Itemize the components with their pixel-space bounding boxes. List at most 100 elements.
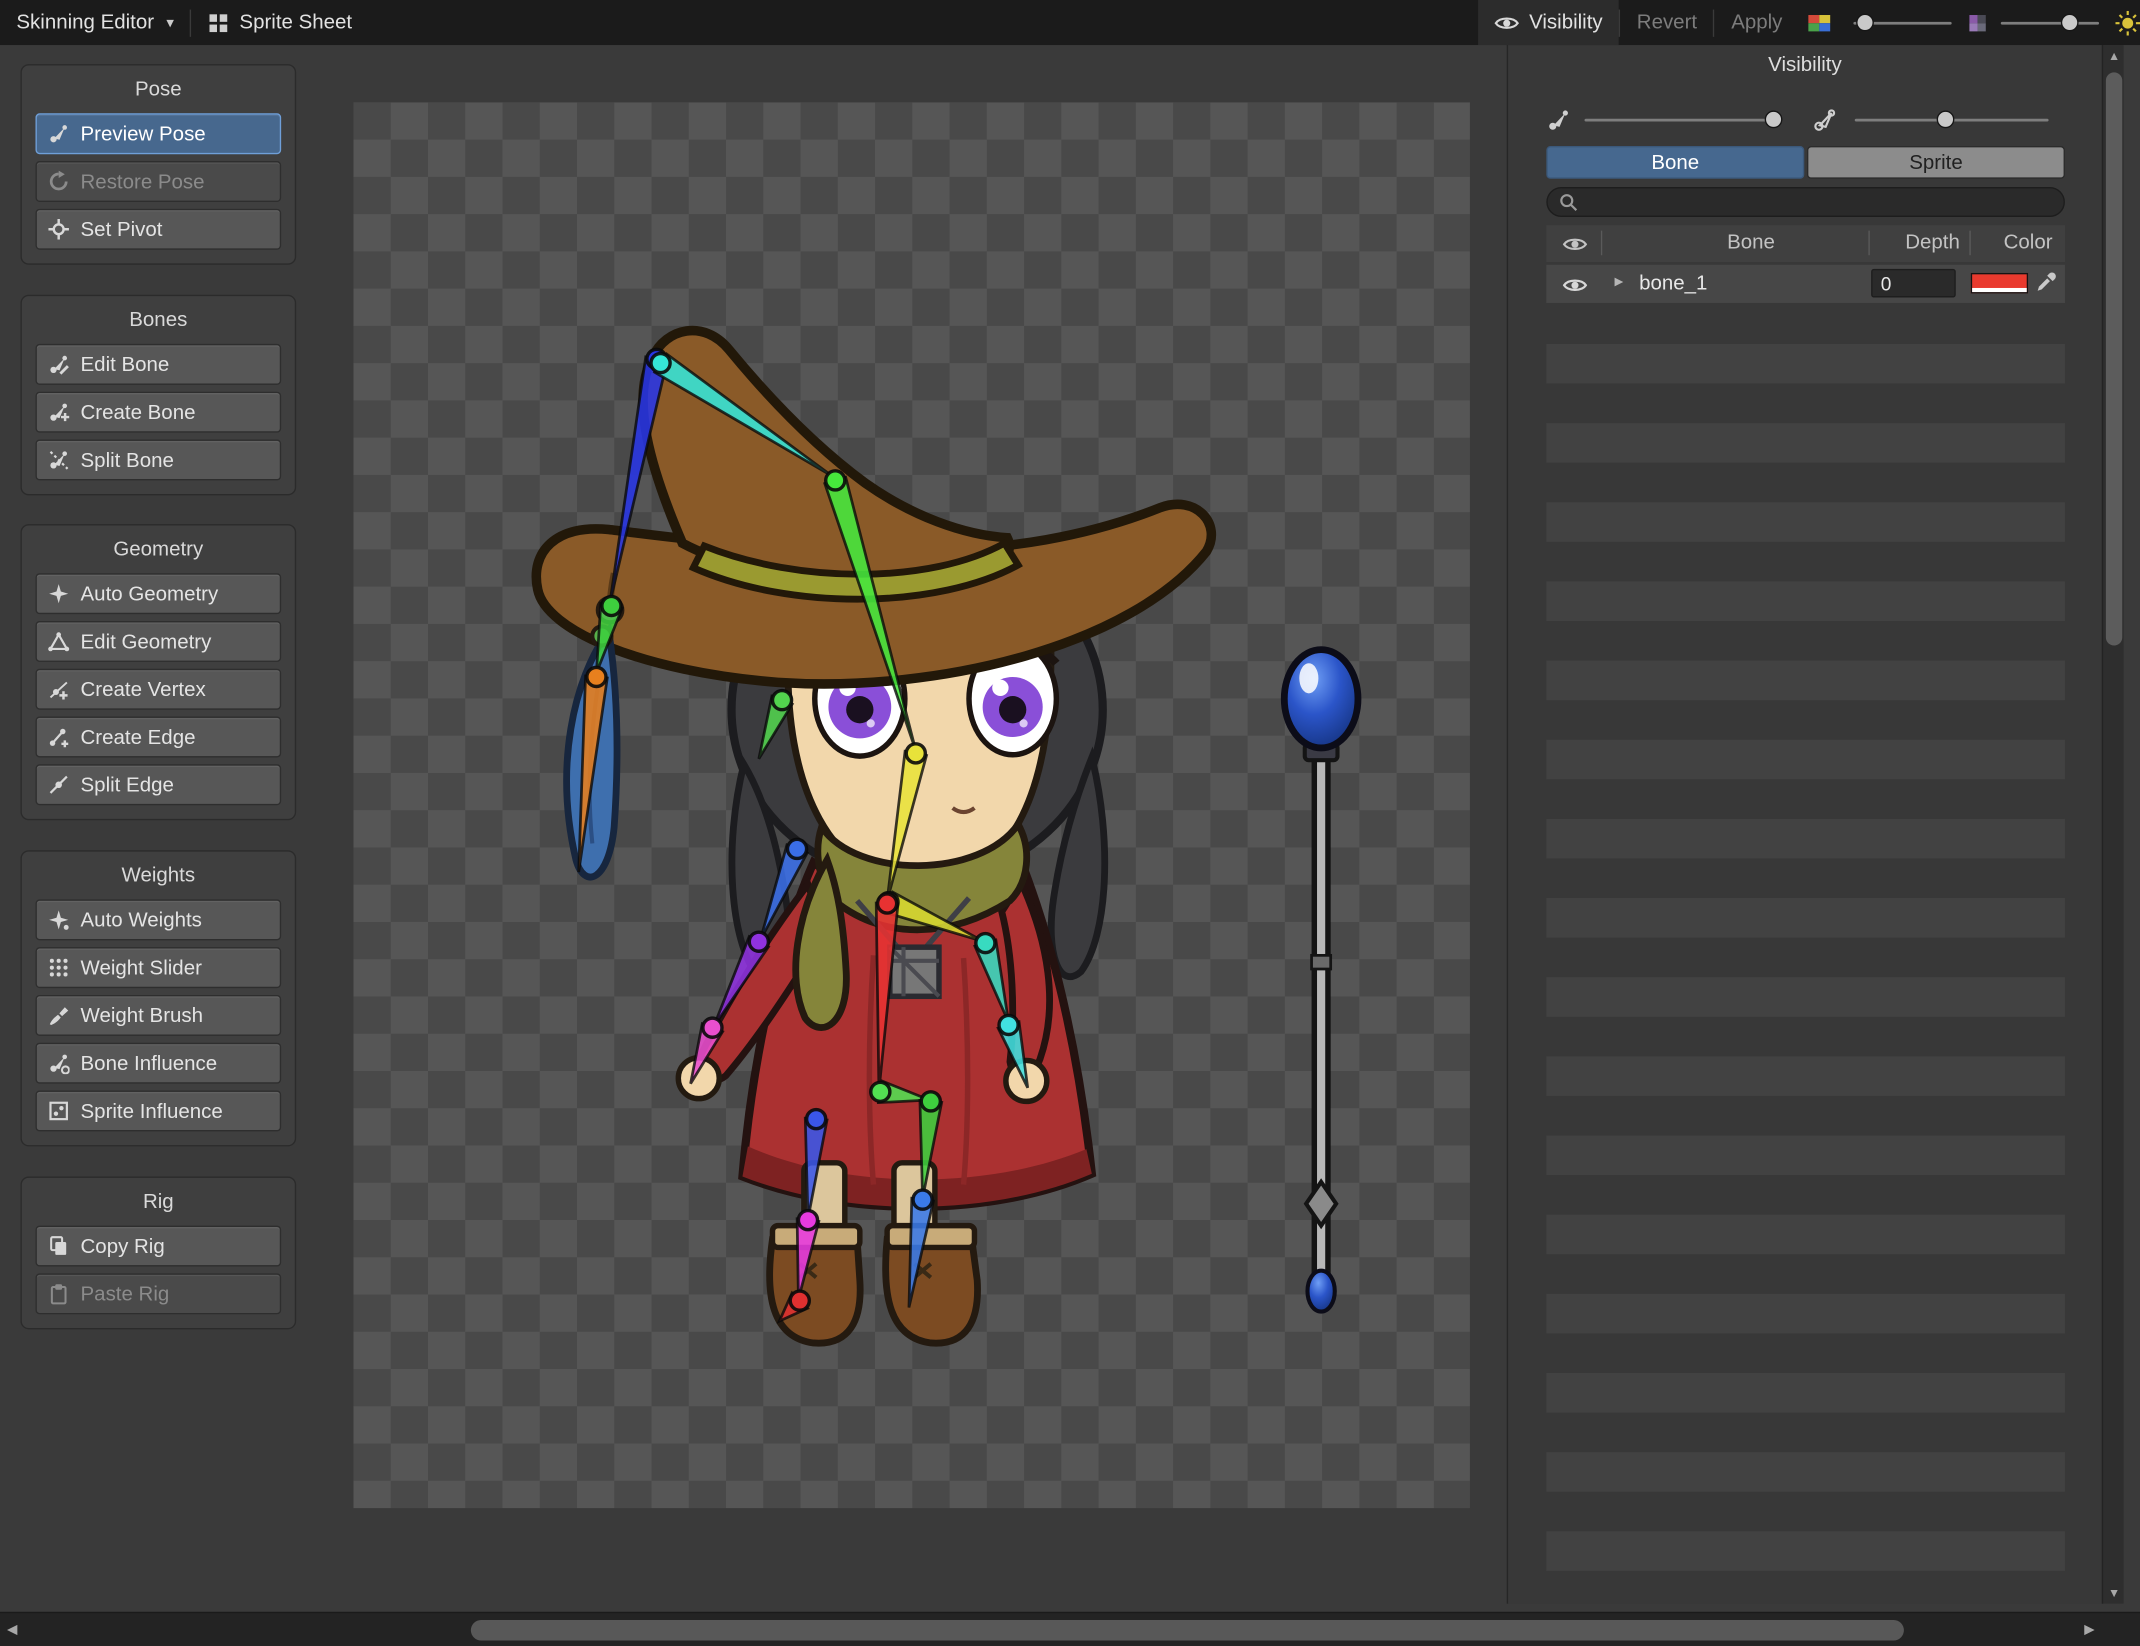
button-label: Paste Rig	[80, 1282, 170, 1306]
bone-joint-feather_top[interactable]	[600, 594, 623, 618]
bone-gizmo-leg_r_upper[interactable]	[918, 1098, 944, 1199]
sprite-canvas[interactable]	[353, 102, 1470, 1509]
slider-thumb[interactable]	[1764, 110, 1783, 129]
bone-column-header: Bone	[1727, 230, 1775, 254]
slider-thumb[interactable]	[1936, 110, 1955, 129]
empty-list-row	[1546, 1254, 2065, 1294]
tab-bone[interactable]: Bone	[1546, 146, 1805, 179]
bone-joint-chest[interactable]	[904, 742, 928, 765]
auto-weights-button[interactable]: Auto Weights	[35, 899, 282, 941]
slider-thumb[interactable]	[2060, 12, 2079, 31]
split-edge-button[interactable]: Split Edge	[35, 764, 282, 806]
weight-slider-button[interactable]: Weight Slider	[35, 947, 282, 989]
bone-gizmo-leg_r_lower[interactable]	[907, 1196, 936, 1308]
bone-joint-hip_r[interactable]	[869, 1080, 892, 1104]
bone-joint-leg_l_lower[interactable]	[796, 1208, 820, 1232]
split-edge-icon	[48, 774, 70, 796]
empty-list-row	[1546, 384, 2065, 424]
bone-row[interactable]: ▸ bone_1	[1546, 264, 2065, 303]
overlay-color-button[interactable]	[1799, 0, 1840, 45]
scroll-up-arrow[interactable]: ▲	[2103, 45, 2125, 67]
copy-rig-button[interactable]: Copy Rig	[35, 1225, 282, 1267]
bone-gizmo-opacity-slider[interactable]	[1584, 110, 1783, 129]
search-input[interactable]	[1585, 191, 2053, 213]
bone-color-swatch[interactable]	[1970, 272, 2029, 294]
set-pivot-button[interactable]: Set Pivot	[35, 208, 282, 250]
scroll-left-arrow[interactable]: ◀	[0, 1613, 25, 1646]
set-pivot-icon	[48, 218, 70, 240]
revert-button[interactable]: Revert	[1620, 0, 1713, 45]
sprite-sheet-label: Sprite Sheet	[239, 10, 353, 35]
restore-pose-button[interactable]: Restore Pose	[35, 161, 282, 202]
bone-gizmo-head[interactable]	[823, 475, 918, 752]
weight-brush-button[interactable]: Weight Brush	[35, 994, 282, 1036]
edit-geometry-button[interactable]: Edit Geometry	[35, 620, 282, 662]
bone-joint-shoulder_l[interactable]	[770, 688, 794, 712]
create-vertex-button[interactable]: Create Vertex	[35, 668, 282, 710]
bone-gizmo-feather[interactable]	[577, 674, 609, 873]
sprite-overlay-button[interactable]	[1965, 0, 1990, 45]
bone-table-header: Bone Depth Color	[1546, 225, 2065, 263]
bone-gizmo-head_top[interactable]	[652, 351, 834, 478]
bone-gizmo-spine[interactable]	[874, 901, 900, 1091]
create-edge-button[interactable]: Create Edge	[35, 716, 282, 758]
bone-joint-head_top[interactable]	[649, 351, 672, 375]
apply-button[interactable]: Apply	[1715, 0, 1799, 45]
sprite-sheet-button[interactable]: Sprite Sheet	[192, 0, 369, 45]
vertical-scrollbar[interactable]: ▲ ▼	[2101, 45, 2125, 1604]
bone-gizmo-hat_tip[interactable]	[608, 355, 669, 603]
scroll-right-arrow[interactable]: ▶	[2077, 1613, 2102, 1646]
bone-opacity-slider[interactable]	[1853, 12, 1952, 31]
bone-joint-head[interactable]	[823, 469, 847, 492]
rig-toolbox: Rig Copy Rig Paste Rig	[20, 1176, 297, 1330]
bone-outline-size-slider[interactable]	[1854, 110, 2049, 129]
visibility-toggle-button[interactable]: Visibility	[1478, 0, 1620, 46]
auto-geometry-button[interactable]: Auto Geometry	[35, 573, 282, 615]
button-label: Sprite Influence	[80, 1099, 223, 1123]
bone-joint-leg_r_upper[interactable]	[919, 1090, 943, 1113]
tab-sprite[interactable]: Sprite	[1806, 146, 2065, 179]
bone-joint-leg_r_lower[interactable]	[911, 1188, 934, 1211]
button-label: Split Bone	[80, 448, 174, 472]
button-label: Weight Slider	[80, 956, 202, 980]
brightness-button[interactable]	[2110, 0, 2140, 45]
bone-joint-hand_r[interactable]	[997, 1013, 1020, 1037]
horizontal-scrollbar[interactable]: ◀ ▶	[0, 1611, 2140, 1646]
bone-gizmo-chest[interactable]	[885, 749, 929, 902]
preview-pose-button[interactable]: Preview Pose	[35, 113, 282, 155]
search-box[interactable]	[1546, 186, 2065, 218]
depth-input[interactable]	[1871, 268, 1956, 298]
bone-joint-foot_l[interactable]	[788, 1289, 812, 1312]
expand-arrow-icon[interactable]: ▸	[1615, 270, 1624, 292]
depth-column-header: Depth	[1905, 230, 1960, 254]
empty-list-row	[1546, 739, 2065, 780]
split-bone-button[interactable]: Split Bone	[35, 439, 282, 481]
vertical-scroll-thumb[interactable]	[2105, 72, 2123, 646]
scroll-down-arrow[interactable]: ▼	[2103, 1582, 2125, 1604]
bone-joint-spine[interactable]	[875, 892, 899, 915]
rig-toolbox-title: Rig	[142, 1190, 174, 1214]
skinning-editor-menu[interactable]: Skinning Editor ▾	[0, 0, 190, 45]
button-label: Set Pivot	[80, 217, 163, 241]
bone-gizmo-leg_l_upper[interactable]	[803, 1116, 829, 1220]
skeleton-overlay[interactable]	[353, 102, 1469, 1508]
edit-bone-button[interactable]: Edit Bone	[35, 343, 282, 385]
sprite-opacity-slider[interactable]	[2000, 12, 2100, 31]
top-toolbar: Skinning Editor ▾ Sprite Sheet Visibilit…	[0, 0, 2140, 46]
bone-joint-leg_l_upper[interactable]	[804, 1107, 828, 1131]
eyedropper-icon[interactable]	[2035, 272, 2057, 299]
bone-joint-hand_l[interactable]	[701, 1016, 724, 1039]
slider-thumb[interactable]	[1856, 12, 1874, 31]
bone-influence-button[interactable]: Bone Influence	[35, 1042, 282, 1084]
pose-toolbox: Pose Preview Pose Restore Pose Set Pivot	[20, 64, 297, 265]
bone-joint-arm_l_lower[interactable]	[747, 930, 771, 953]
paste-rig-button[interactable]: Paste Rig	[35, 1273, 282, 1315]
bone-joint-arm_l_upper[interactable]	[785, 837, 809, 861]
row-visibility-eye-icon[interactable]	[1562, 276, 1588, 299]
visibility-panel-title: Visibility	[1768, 53, 1842, 77]
horizontal-scroll-thumb[interactable]	[470, 1620, 1904, 1641]
sprite-influence-button[interactable]: Sprite Influence	[35, 1090, 282, 1132]
bone-joint-feather[interactable]	[585, 665, 608, 689]
bone-joint-arm_r_lower[interactable]	[974, 931, 997, 955]
create-bone-button[interactable]: Create Bone	[35, 391, 282, 433]
